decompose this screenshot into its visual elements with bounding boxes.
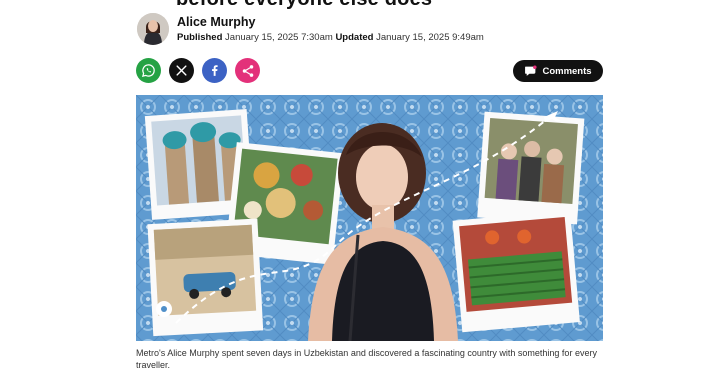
byline: Alice Murphy Published January 15, 2025 … <box>137 13 484 45</box>
author-name[interactable]: Alice Murphy <box>177 15 484 29</box>
whatsapp-share-button[interactable] <box>136 58 161 83</box>
article-headline: before everyone else does <box>176 0 432 11</box>
avatar-portrait-icon <box>137 13 169 45</box>
updated-label: Updated <box>335 32 374 43</box>
hero-collage-illustration <box>136 95 603 341</box>
hero-caption: Metro's Alice Murphy spent seven days in… <box>136 348 597 370</box>
share-icon <box>242 64 253 77</box>
generic-share-button[interactable] <box>235 58 260 83</box>
hero-image[interactable] <box>136 95 603 341</box>
author-avatar[interactable] <box>137 13 169 45</box>
comments-label: Comments <box>542 65 592 77</box>
facebook-icon <box>212 65 218 76</box>
x-share-button[interactable] <box>169 58 194 83</box>
facebook-share-button[interactable] <box>202 58 227 83</box>
comment-bubble-icon <box>525 65 538 76</box>
published-time: January 15, 2025 7:30am <box>225 32 333 43</box>
updated-time: January 15, 2025 9:49am <box>376 32 484 43</box>
published-label: Published <box>177 32 223 43</box>
publish-meta: Published January 15, 2025 7:30am Update… <box>177 32 484 43</box>
whatsapp-icon <box>141 64 155 78</box>
comments-button[interactable]: Comments <box>513 60 603 82</box>
x-icon <box>176 65 187 76</box>
share-bar <box>136 58 260 83</box>
